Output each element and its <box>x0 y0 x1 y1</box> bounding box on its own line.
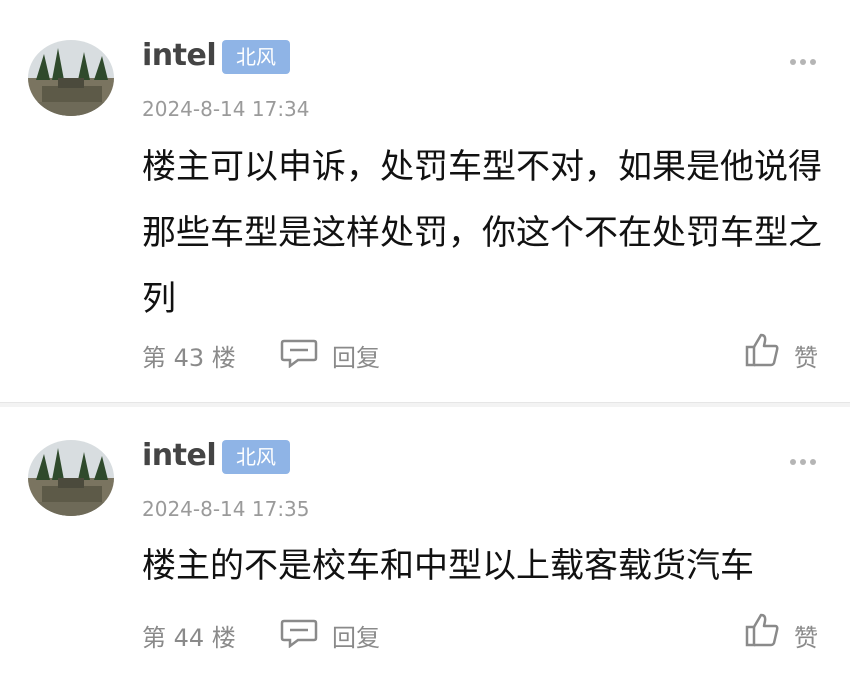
more-options-button[interactable] <box>788 452 818 465</box>
reply-button[interactable]: 回复 <box>280 336 390 372</box>
username[interactable]: intel <box>142 438 217 473</box>
avatar[interactable] <box>28 440 114 516</box>
more-options-button[interactable] <box>788 52 818 65</box>
user-badge: 北风 <box>222 440 290 474</box>
post-timestamp: 2024-8-14 17:34 <box>142 97 310 121</box>
reply-label: 回复 <box>332 624 380 652</box>
like-label: 赞 <box>794 624 818 652</box>
like-button[interactable]: 赞 <box>744 610 824 652</box>
comment-icon <box>280 339 318 368</box>
more-dots-icon <box>790 59 816 65</box>
like-label: 赞 <box>794 344 818 372</box>
thumbs-up-icon <box>745 333 779 367</box>
avatar[interactable] <box>28 40 114 116</box>
more-dots-icon <box>790 459 816 465</box>
reply-label: 回复 <box>332 344 380 372</box>
comment-item: intel 北风 2024-8-14 17:35 楼主的不是校车和中型以上载客载… <box>0 407 850 685</box>
floor-number: 第 44 楼 <box>142 624 236 652</box>
comment-icon <box>280 619 318 648</box>
username[interactable]: intel <box>142 38 217 73</box>
comment-text: 楼主可以申诉，处罚车型不对，如果是他说得那些车型是这样处罚，你这个不在处罚车型之… <box>142 147 822 319</box>
divider <box>0 402 850 403</box>
like-button[interactable]: 赞 <box>744 330 824 372</box>
reply-button[interactable]: 回复 <box>280 616 390 652</box>
post-timestamp: 2024-8-14 17:35 <box>142 497 310 521</box>
comment-text: 楼主的不是校车和中型以上载客载货汽车 <box>142 546 754 586</box>
comment-item: intel 北风 2024-8-14 17:34 楼主可以申诉，处罚车型不对，如… <box>0 0 850 402</box>
floor-number: 第 43 楼 <box>142 344 236 372</box>
thumbs-up-icon <box>745 613 779 647</box>
user-badge: 北风 <box>222 40 290 74</box>
